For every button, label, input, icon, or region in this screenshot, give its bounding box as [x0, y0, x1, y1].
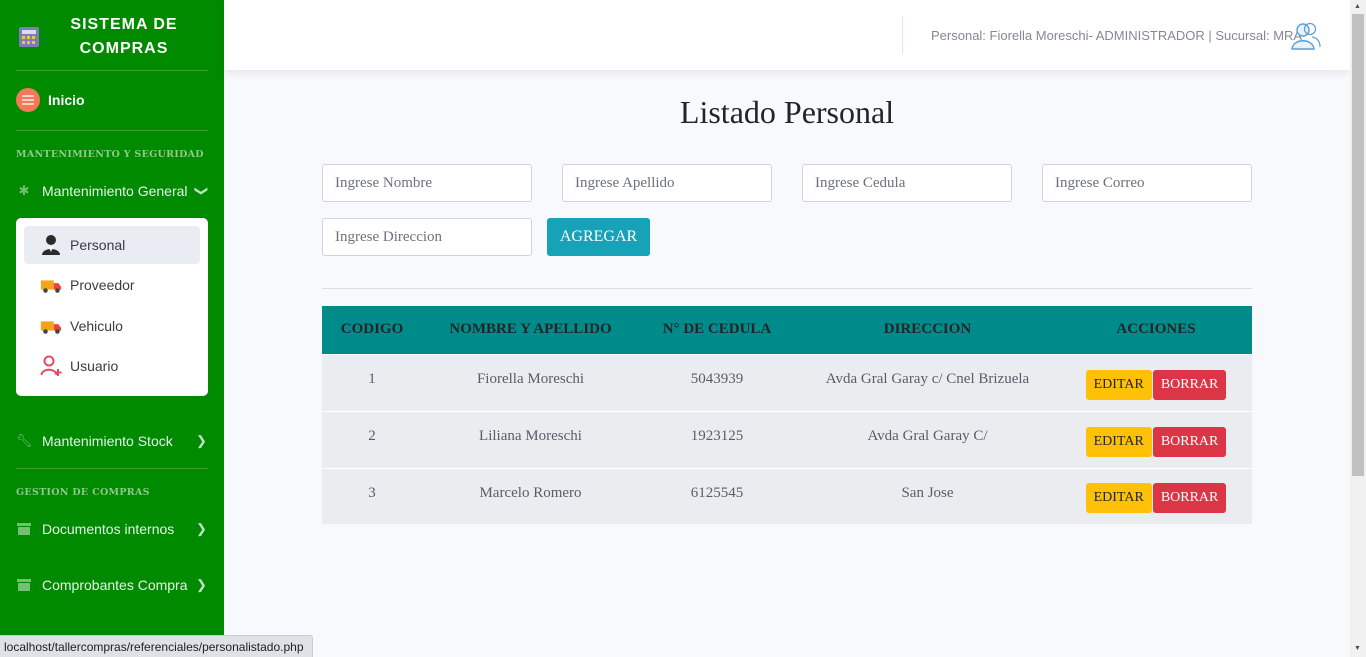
table-header-row: CODIGO NOMBRE Y APELLIDO N° DE CEDULA DI… — [322, 306, 1252, 354]
sidebar-heading: GESTION DE COMPRAS — [16, 487, 150, 498]
personal-table: CODIGO NOMBRE Y APELLIDO N° DE CEDULA DI… — [322, 306, 1252, 524]
cell-acciones: EDITAR BORRAR — [1060, 410, 1252, 468]
sidebar-item-inicio[interactable]: Inicio — [16, 88, 85, 112]
submenu-item-usuario[interactable]: Usuario — [24, 347, 200, 385]
cell-acciones: EDITAR BORRAR — [1060, 467, 1252, 524]
truck-icon — [40, 280, 62, 293]
submenu-item-personal[interactable]: Personal — [24, 226, 200, 264]
delete-button[interactable]: BORRAR — [1152, 483, 1227, 514]
nombre-input[interactable] — [322, 164, 532, 202]
browser-status-url: localhost/tallercompras/referenciales/pe… — [0, 635, 313, 657]
scrollbar-thumb[interactable] — [1352, 14, 1364, 476]
sidebar-item-mantenimiento-general[interactable]: ✱ Mantenimiento General ❯ — [16, 183, 210, 199]
wrench-icon: 🔧︎ — [15, 433, 33, 448]
scroll-up-arrow-icon[interactable]: ▲ — [1354, 3, 1361, 10]
cell-cedula: 5043939 — [639, 353, 795, 411]
submenu-item-proveedor[interactable]: Proveedor — [24, 266, 200, 304]
delete-button[interactable]: BORRAR — [1152, 369, 1227, 400]
person-icon — [42, 235, 60, 255]
user-avatar-icon[interactable] — [1290, 20, 1322, 52]
edit-button[interactable]: EDITAR — [1085, 426, 1152, 457]
sidebar-item-label: Mantenimiento General — [42, 183, 188, 199]
home-icon — [16, 88, 40, 112]
divider — [322, 288, 1252, 289]
cell-nombre: Marcelo Romero — [422, 467, 639, 524]
sidebar-heading: MANTENIMIENTO Y SEGURIDAD — [16, 149, 204, 160]
sidebar-item-label: Inicio — [48, 92, 85, 108]
sidebar-item-label: Comprobantes Compra — [42, 577, 188, 593]
submenu-label: Usuario — [70, 358, 119, 374]
submenu-label: Personal — [70, 237, 126, 253]
column-header: DIRECCION — [795, 306, 1060, 354]
cell-cedula: 6125545 — [639, 467, 795, 524]
cell-codigo: 3 — [322, 467, 422, 524]
column-header: CODIGO — [322, 306, 422, 354]
sidebar-divider — [16, 468, 208, 469]
scroll-down-arrow-icon[interactable]: ▼ — [1354, 645, 1361, 652]
sidebar-item-documentos-internos[interactable]: Documentos internos ❯ — [16, 521, 208, 537]
submenu-label: Proveedor — [70, 277, 135, 293]
edit-button[interactable]: EDITAR — [1085, 483, 1152, 514]
sidebar-divider — [16, 130, 208, 131]
table-row: 3 Marcelo Romero 6125545 San Jose EDITAR… — [322, 467, 1252, 524]
column-header: N° DE CEDULA — [639, 306, 795, 354]
submenu-label: Vehiculo — [70, 318, 123, 334]
cedula-input[interactable] — [802, 164, 1012, 202]
calculator-icon — [19, 27, 39, 47]
chevron-down-icon: ❯ — [194, 185, 210, 197]
cell-cedula: 1923125 — [639, 410, 795, 468]
user-add-icon — [40, 355, 62, 376]
column-header: ACCIONES — [1060, 306, 1252, 354]
page-title: Listado Personal — [679, 94, 895, 130]
topbar-divider — [902, 16, 903, 54]
cell-nombre: Liliana Moreschi — [422, 410, 639, 468]
cell-direccion: Avda Gral Garay c/ Cnel Brizuela — [795, 353, 1060, 411]
correo-input[interactable] — [1042, 164, 1252, 202]
cell-acciones: EDITAR BORRAR — [1060, 353, 1252, 411]
user-info[interactable]: Personal: Fiorella Moreschi- ADMINISTRAD… — [931, 28, 1302, 43]
chevron-right-icon: ❯ — [196, 577, 207, 592]
sidebar: SISTEMA DE COMPRAS Inicio MANTENIMIENTO … — [0, 0, 224, 657]
sidebar-item-mantenimiento-stock[interactable]: 🔧︎ Mantenimiento Stock ❯ — [16, 433, 208, 449]
table-row: 2 Liliana Moreschi 1923125 Avda Gral Gar… — [322, 410, 1252, 468]
chevron-right-icon: ❯ — [196, 433, 207, 448]
gear-icon: ✱ — [18, 183, 30, 198]
truck-icon — [40, 321, 62, 334]
agregar-button[interactable]: AGREGAR — [547, 218, 650, 256]
brand-line-1: SISTEMA DE — [70, 16, 178, 33]
submenu-panel: Personal Proveedor Vehiculo Usuario — [16, 218, 208, 396]
cell-direccion: Avda Gral Garay C/ — [795, 410, 1060, 468]
direccion-input[interactable] — [322, 218, 532, 256]
topbar: Personal: Fiorella Moreschi- ADMINISTRAD… — [224, 0, 1350, 70]
cell-nombre: Fiorella Moreschi — [422, 353, 639, 411]
cell-direccion: San Jose — [795, 467, 1060, 524]
column-header: NOMBRE Y APELLIDO — [422, 306, 639, 354]
brand-line-2: COMPRAS — [79, 40, 169, 57]
sidebar-item-label: Mantenimiento Stock — [42, 433, 173, 449]
submenu-item-vehiculo[interactable]: Vehiculo — [24, 307, 200, 345]
sidebar-divider — [16, 70, 208, 71]
edit-button[interactable]: EDITAR — [1085, 369, 1152, 400]
archive-icon — [16, 522, 32, 536]
sidebar-item-label: Documentos internos — [42, 521, 175, 537]
cell-codigo: 2 — [322, 410, 422, 468]
sidebar-item-comprobantes-compra[interactable]: Comprobantes Compra ❯ — [16, 577, 208, 593]
table-row: 1 Fiorella Moreschi 5043939 Avda Gral Ga… — [322, 353, 1252, 411]
delete-button[interactable]: BORRAR — [1152, 426, 1227, 457]
chevron-right-icon: ❯ — [196, 521, 207, 536]
brand-title: SISTEMA DE COMPRAS — [56, 13, 192, 61]
cell-codigo: 1 — [322, 353, 422, 411]
apellido-input[interactable] — [562, 164, 772, 202]
archive-icon — [16, 578, 32, 592]
